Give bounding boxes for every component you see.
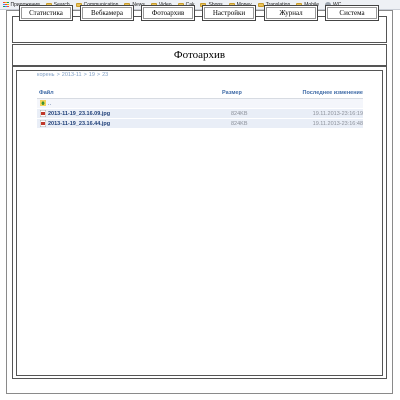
breadcrumb-root[interactable]: корень (37, 72, 55, 78)
nav-button-settings[interactable]: Настройки (202, 5, 256, 21)
nav-button-photoarchive[interactable]: Фотоархив (141, 5, 195, 21)
breadcrumb-separator: > (83, 72, 87, 78)
file-listing-header: Файл Размер Последнее изменение (37, 88, 363, 99)
breadcrumb-separator: > (96, 72, 101, 78)
breadcrumb-day[interactable]: 19 (89, 72, 95, 78)
breadcrumb: корень > 2013-11 > 19 > 23 (37, 72, 108, 78)
nav-button-journal[interactable]: Журнал (264, 5, 318, 21)
file-size: 824KB (231, 111, 248, 117)
nav-button-system[interactable]: Система (325, 5, 379, 21)
file-name[interactable]: 2013-11-19_23.16.09.jpg (48, 111, 110, 117)
folder-icon (257, 2, 264, 7)
parent-directory-icon (40, 100, 46, 106)
file-modified: 19.11.2013-23:16:48 (312, 121, 363, 127)
file-size: 824KB (231, 121, 248, 127)
column-header-size[interactable]: Размер (222, 90, 242, 96)
parent-directory-row[interactable]: .. (37, 99, 363, 109)
nav-button-webcam[interactable]: Вебкамера (80, 5, 134, 21)
page-title: Фотоархив (12, 44, 387, 66)
column-header-name[interactable]: Файл (39, 90, 54, 96)
breadcrumb-separator: > (56, 72, 60, 78)
nav-button-statistics[interactable]: Статистика (19, 5, 73, 21)
file-name[interactable]: 2013-11-19_23.16.44.jpg (48, 121, 110, 127)
image-file-icon (40, 110, 46, 117)
table-row[interactable]: 2013-11-19_23.16.09.jpg 824KB 19.11.2013… (37, 109, 363, 119)
column-header-modified[interactable]: Последнее изменение (303, 90, 364, 96)
apps-grid-icon (3, 1, 9, 8)
image-file-icon (40, 120, 46, 127)
breadcrumb-month[interactable]: 2013-11 (62, 72, 82, 78)
file-modified: 19.11.2013-23:16:19 (312, 111, 363, 117)
parent-directory-label: .. (48, 101, 52, 107)
file-listing: Файл Размер Последнее изменение .. 2013-… (37, 88, 363, 129)
table-row[interactable]: 2013-11-19_23.16.44.jpg 824KB 19.11.2013… (37, 119, 363, 129)
breadcrumb-hour: 23 (102, 72, 109, 78)
